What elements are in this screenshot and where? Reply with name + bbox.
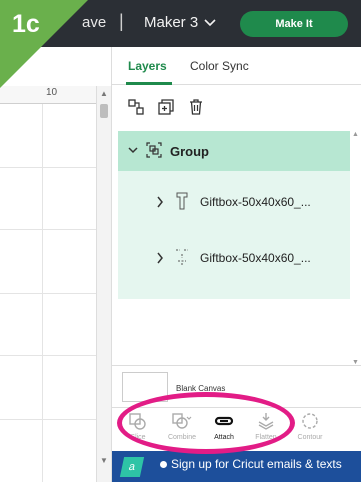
tab-color-sync[interactable]: Color Sync xyxy=(190,59,249,73)
grid-line xyxy=(0,167,96,168)
banner-label: Sign up for Cricut emails & texts xyxy=(171,457,342,471)
chat-bubble-icon xyxy=(160,461,167,469)
combine-button[interactable]: Combine xyxy=(160,412,204,441)
attach-label: Attach xyxy=(214,434,234,441)
layer-label: Giftbox-50x40x60_... xyxy=(200,195,311,209)
grid-line xyxy=(0,229,96,230)
grid-line xyxy=(0,419,96,420)
flatten-icon xyxy=(258,413,274,430)
contour-icon xyxy=(302,413,318,429)
attach-button[interactable]: Attach xyxy=(202,412,246,441)
contour-label: Contour xyxy=(297,434,323,441)
scroll-up-icon[interactable]: ▲ xyxy=(352,131,359,138)
chevron-right-icon[interactable] xyxy=(156,196,164,208)
chevron-right-icon[interactable] xyxy=(156,252,164,264)
group-label: Group xyxy=(170,144,209,159)
layer-row[interactable]: Giftbox-50x40x60_... xyxy=(118,179,350,225)
group-layer-icon xyxy=(146,142,162,158)
chevron-down-icon[interactable] xyxy=(128,145,138,155)
layer-list: Group Giftbox-50x40x60_... Giftbox-50x40… xyxy=(118,131,350,299)
machine-label: Maker 3 xyxy=(144,14,199,31)
slice-button[interactable]: Slice xyxy=(116,412,160,441)
chat-tag-icon: a xyxy=(119,457,145,477)
separator: | xyxy=(119,11,124,31)
step-badge-label: 1c xyxy=(12,10,40,38)
layer-toolbar xyxy=(128,99,204,115)
slice-label: Slice xyxy=(130,434,146,441)
layer-label: Giftbox-50x40x60_... xyxy=(200,251,311,265)
layers-panel: Layers Color Sync Group Giftbox-50x40x60… xyxy=(112,47,361,482)
delete-icon[interactable] xyxy=(188,99,204,115)
slice-icon xyxy=(129,413,146,430)
canvas-swatch[interactable] xyxy=(122,372,168,402)
layer-group-row[interactable]: Group xyxy=(118,131,350,171)
canvas-scrollbar[interactable]: ▲ ▼ xyxy=(96,86,111,482)
combine-icon xyxy=(172,413,192,429)
grid-line xyxy=(0,293,96,294)
layer-actions-bar: Slice Combine Attach Flatten Contour xyxy=(112,407,361,451)
score-layer-icon xyxy=(176,249,188,266)
make-it-button[interactable]: Make It xyxy=(240,11,348,37)
duplicate-icon[interactable] xyxy=(158,99,174,115)
panel-scrollbar[interactable]: ▲ ▼ xyxy=(352,131,360,371)
shape-layer-icon xyxy=(176,192,188,210)
layer-row[interactable]: Giftbox-50x40x60_... xyxy=(118,235,350,281)
group-icon[interactable] xyxy=(128,99,144,115)
contour-button[interactable]: Contour xyxy=(288,412,332,441)
horizontal-ruler: 10 xyxy=(0,86,96,104)
blank-canvas-row[interactable]: Blank Canvas xyxy=(112,365,361,407)
flatten-label: Flatten xyxy=(255,434,277,441)
design-canvas[interactable]: 10 ▲ ▼ xyxy=(0,47,112,482)
combine-label: Combine xyxy=(167,434,196,441)
scroll-thumb[interactable] xyxy=(100,104,108,118)
email-signup-banner[interactable]: a Sign up for Cricut emails & texts xyxy=(112,451,361,482)
grid-line xyxy=(0,355,96,356)
blank-canvas-label: Blank Canvas xyxy=(176,384,226,393)
active-tab-indicator xyxy=(126,82,172,85)
chevron-down-icon xyxy=(204,18,216,26)
attach-icon xyxy=(214,416,234,426)
tab-layers[interactable]: Layers xyxy=(128,59,167,73)
scroll-down-icon[interactable]: ▼ xyxy=(100,456,108,465)
machine-selector[interactable]: Maker 3 xyxy=(144,14,216,31)
ruler-label: 10 xyxy=(46,87,58,98)
flatten-button[interactable]: Flatten xyxy=(244,412,288,441)
panel-tabs: Layers Color Sync xyxy=(112,47,361,85)
banner-text[interactable]: Sign up for Cricut emails & texts xyxy=(160,457,355,471)
scroll-up-icon[interactable]: ▲ xyxy=(100,89,108,98)
